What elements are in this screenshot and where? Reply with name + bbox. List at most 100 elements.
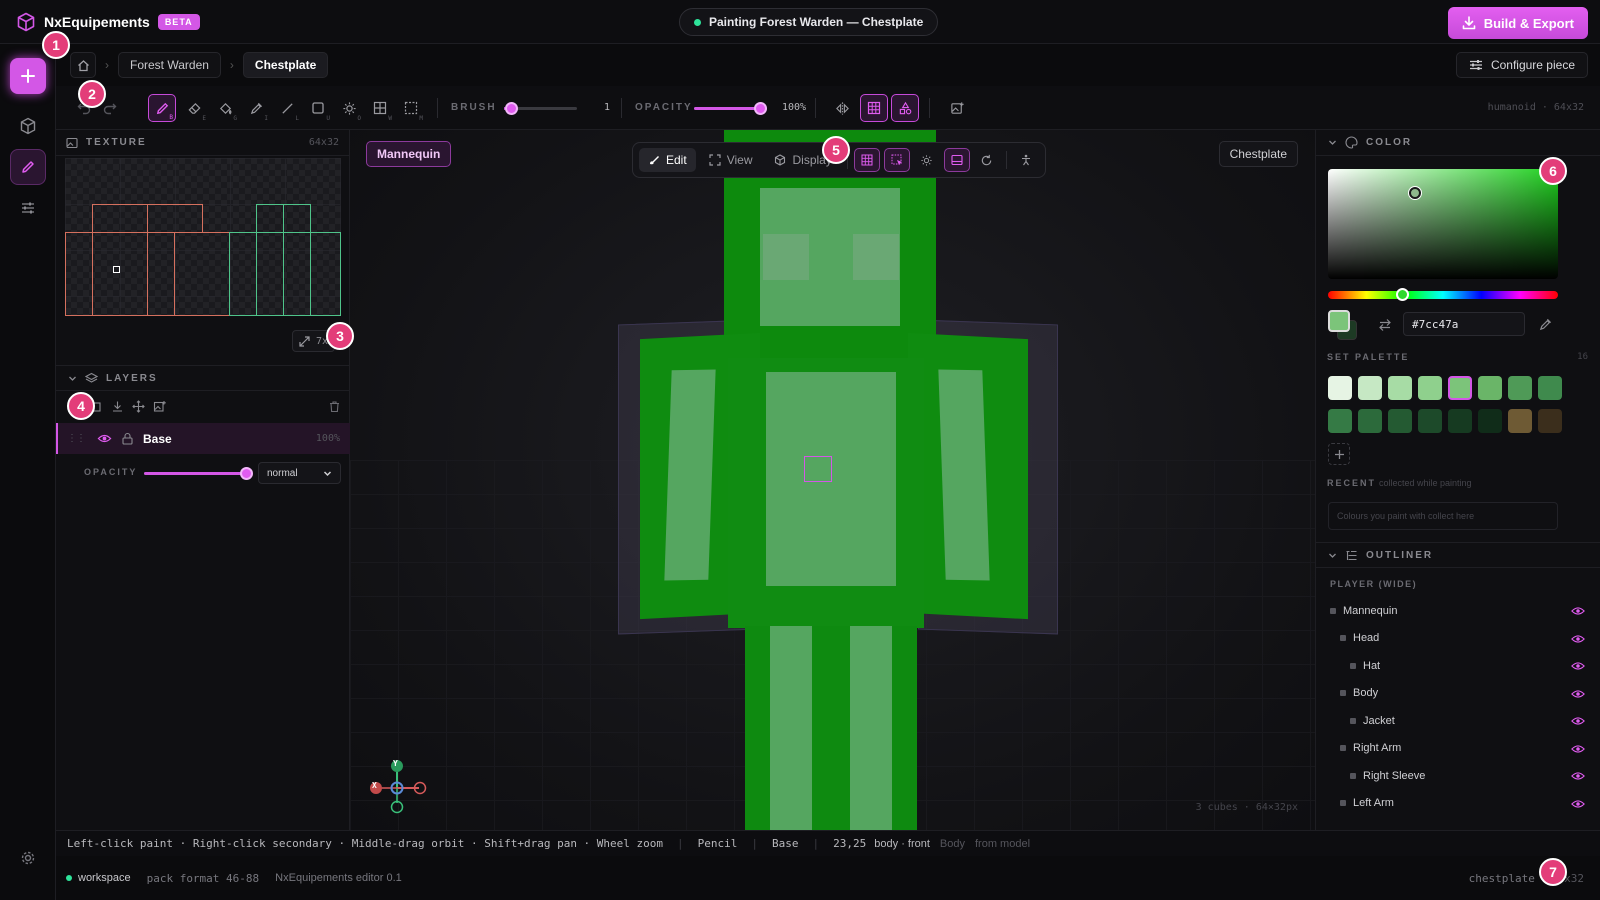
opacity-knob[interactable] [754,102,767,115]
palette-swatch[interactable] [1388,376,1412,400]
palette-swatch[interactable] [1418,376,1442,400]
eraser-tool-button[interactable]: E [180,94,208,122]
palette-swatch[interactable] [1448,409,1472,433]
panel-toggle[interactable] [943,148,970,172]
layer-row-base[interactable]: ⋮⋮ Base 100% [56,423,350,454]
opacity-slider[interactable] [694,102,767,115]
file-name: chestplate [1468,871,1535,885]
image-plus-icon[interactable] [153,400,166,413]
eye-icon[interactable] [1571,715,1585,727]
layer-opacity-knob[interactable] [240,467,253,480]
grid-tool-button[interactable]: W [366,94,394,122]
color-picker-handle[interactable] [1409,187,1421,199]
line-tool-button[interactable]: L [273,94,301,122]
trash-icon[interactable] [328,400,341,413]
lock-icon[interactable] [121,432,134,445]
hue-slider[interactable] [1328,288,1558,301]
eye-icon[interactable] [1571,770,1585,782]
pose-button[interactable] [1013,148,1039,172]
outliner-item[interactable]: Right Arm [1316,735,1600,762]
fill-tool-button[interactable]: G [211,94,239,122]
hue-slider-knob[interactable] [1396,288,1409,301]
outliner-item[interactable]: Left Arm [1316,790,1600,817]
paint-nav-button[interactable] [10,149,46,185]
hex-input[interactable]: #7cc47a [1403,312,1525,336]
settings-sliders-nav-button[interactable] [10,190,46,226]
right-arm-highlight [664,369,716,581]
palette-swatch[interactable] [1538,376,1562,400]
new-project-button[interactable] [10,58,46,94]
brightness-tool-button[interactable]: O [335,94,363,122]
shortcut-key: O [357,115,361,122]
tab-edit[interactable]: Edit [639,148,696,172]
move-icon[interactable] [132,400,145,413]
select-mode-toggle[interactable] [883,148,910,172]
palette-swatch[interactable] [1328,376,1352,400]
outliner-item[interactable]: Jacket [1316,707,1600,734]
eye-icon[interactable] [1571,798,1585,810]
palette-swatch[interactable] [1448,376,1472,400]
home-button[interactable] [70,52,96,78]
layers-panel-header[interactable]: LAYERS [56,365,350,391]
pixel-grid-toggle[interactable] [860,94,888,122]
pencil-tool-button[interactable]: B [148,94,176,122]
outliner-item[interactable]: Mannequin [1316,597,1600,624]
mannequin-chip[interactable]: Mannequin [366,141,452,167]
rectangle-tool-button[interactable]: U [304,94,332,122]
configure-piece-button[interactable]: Configure piece [1455,52,1588,78]
tab-view[interactable]: View [700,148,762,172]
palette-swatch[interactable] [1418,409,1442,433]
eye-icon[interactable] [1571,633,1585,645]
outliner-item[interactable]: Head [1316,625,1600,652]
workspace-indicator[interactable]: workspace [66,872,131,884]
palette-swatch[interactable] [1508,376,1532,400]
select-tool-button[interactable]: M [397,94,425,122]
reset-view-button[interactable] [974,148,1000,172]
mirror-toggle[interactable] [828,94,856,122]
lighting-toggle[interactable] [914,148,940,172]
build-export-button[interactable]: Build & Export [1447,7,1588,39]
color-saturation-picker[interactable] [1328,169,1558,279]
palette-swatch[interactable] [1478,376,1502,400]
palette-swatch[interactable] [1508,409,1532,433]
color-panel-header[interactable]: COLOR [1316,130,1600,156]
brush-size-knob[interactable] [505,102,519,115]
eye-icon[interactable] [1571,688,1585,700]
palette-swatch[interactable] [1358,409,1382,433]
layer-opacity-slider[interactable] [144,467,253,480]
eye-icon[interactable] [1571,743,1585,755]
shapes-toggle[interactable] [891,94,919,122]
palette-swatch[interactable] [1538,409,1562,433]
settings-button[interactable] [10,840,46,876]
outliner-item[interactable]: Hat [1316,652,1600,679]
brand[interactable]: NxEquipements BETA [16,12,200,32]
palette-swatch[interactable] [1358,376,1382,400]
outliner-item[interactable]: Right Sleeve [1316,762,1600,789]
primary-color-swatch[interactable] [1328,310,1350,332]
eye-icon[interactable] [1571,605,1585,617]
texture-canvas[interactable] [65,158,341,316]
annotation-badge: 3 [326,322,354,350]
palette-swatch[interactable] [1328,409,1352,433]
breadcrumb-item-chestplate[interactable]: Chestplate [242,52,329,78]
brush-size-slider[interactable] [504,102,577,115]
drag-handle-icon[interactable]: ⋮⋮ [67,433,86,444]
eye-icon[interactable] [1571,660,1585,672]
swap-colors-icon[interactable] [1378,318,1392,332]
eye-icon[interactable] [97,431,112,446]
blend-mode-select[interactable]: normal [258,462,341,484]
eyedropper-icon[interactable] [1538,317,1553,332]
palette-swatch[interactable] [1478,409,1502,433]
import-image-button[interactable] [943,94,971,122]
eyedropper-tool-button[interactable]: I [242,94,270,122]
3d-viewport[interactable]: Edit View Display Mannequin Chestplate Y… [350,130,1315,830]
add-swatch-button[interactable] [1328,443,1350,465]
palette-swatch[interactable] [1388,409,1412,433]
breadcrumb-item-forest-warden[interactable]: Forest Warden [118,52,221,78]
grid-toggle[interactable] [853,148,880,172]
piece-chip[interactable]: Chestplate [1218,141,1298,167]
download-icon[interactable] [111,400,124,413]
outliner-item[interactable]: Body [1316,680,1600,707]
outliner-panel-header[interactable]: OUTLINER [1316,542,1600,568]
models-nav-button[interactable] [10,108,46,144]
